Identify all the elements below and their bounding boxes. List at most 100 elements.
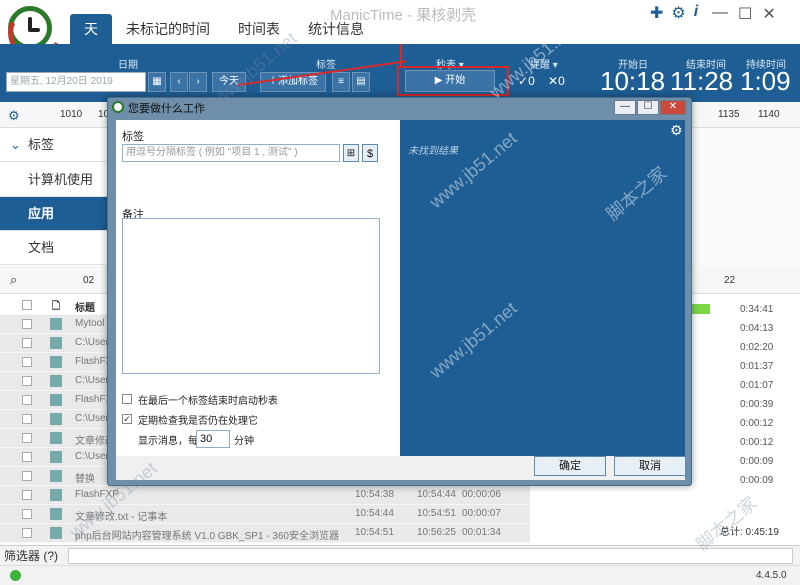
document-icon: 🗋: [52, 301, 61, 312]
app-icon: [50, 527, 62, 539]
select-all-checkbox[interactable]: [22, 300, 32, 310]
reminder-label: 提醒 ▾: [530, 60, 558, 71]
summary-duration: 0:02:20: [740, 342, 774, 353]
reminder-check-count[interactable]: ✓0: [518, 74, 535, 88]
filter-label: 筛选器: [4, 549, 41, 563]
row-checkbox[interactable]: [22, 452, 32, 462]
start-stopwatch-checkbox[interactable]: [122, 394, 132, 404]
row-checkbox[interactable]: [22, 319, 32, 329]
ruler-tick: 1010: [60, 109, 83, 120]
grid-view-icon[interactable]: ▤: [352, 72, 370, 92]
today-button[interactable]: 今天: [212, 72, 246, 92]
window-controls: — ☐ ✕: [712, 4, 776, 24]
row-checkbox[interactable]: [22, 376, 32, 386]
close-icon[interactable]: ✕: [762, 4, 775, 24]
end-time: 11:28: [670, 66, 734, 96]
row-checkbox[interactable]: [22, 528, 32, 538]
cancel-button[interactable]: 取消: [614, 456, 686, 476]
status-bar: 4.4.5.0: [0, 565, 800, 585]
table-row[interactable]: 文章修改.txt - 记事本 10:54:44 10:54:51 00:00:07: [0, 505, 530, 524]
row-checkbox[interactable]: [22, 471, 32, 481]
row-end: 10:56:25: [417, 527, 456, 538]
tab-statistics[interactable]: 统计信息: [294, 14, 378, 44]
sidebar-item-documents[interactable]: 文档: [0, 231, 110, 265]
periodic-check-checkbox[interactable]: ✓: [122, 414, 132, 424]
tab-untagged-time[interactable]: 未标记的时间: [112, 14, 224, 44]
top-icons: ✚ ⚙ i: [650, 3, 698, 23]
status-dot-icon: [10, 570, 21, 581]
row-checkbox[interactable]: [22, 490, 32, 500]
tags-label: 标签: [316, 60, 336, 71]
tag-results-panel: ⚙ 未找到结果: [400, 120, 685, 456]
app-icon: [50, 375, 62, 387]
summary-duration: 0:01:07: [740, 380, 774, 391]
search-icon[interactable]: ⌕: [10, 272, 17, 288]
tags-input[interactable]: 用逗号分隔标签 ( 例如 "项目 1 , 测试" ): [122, 144, 340, 162]
table-row[interactable]: php后台网站内容管理系统 V1.0 GBK_SP1 - 360安全浏览器 10:…: [0, 524, 530, 543]
filter-help[interactable]: (?): [43, 549, 58, 563]
chevron-right-icon[interactable]: ›: [189, 72, 207, 92]
row-checkbox[interactable]: [22, 338, 32, 348]
sidebar-item-tags[interactable]: ⌄ 标签: [0, 128, 110, 162]
table-row[interactable]: FlashFXP 10:54:38 10:54:44 00:00:06: [0, 486, 530, 505]
row-checkbox[interactable]: [22, 433, 32, 443]
dialog-close-icon[interactable]: ✕: [660, 100, 686, 115]
dialog-minimize-icon[interactable]: —: [614, 100, 636, 115]
row-checkbox[interactable]: [22, 414, 32, 424]
row-start: 10:54:44: [355, 508, 394, 519]
summary-duration: 0:01:37: [740, 361, 774, 372]
puzzle-icon[interactable]: ✚: [650, 3, 663, 23]
highlight-box: [397, 66, 509, 96]
dollar-icon[interactable]: $: [362, 144, 378, 162]
dialog-logo-icon: [112, 101, 124, 113]
row-title: FlashFXP: [75, 489, 119, 500]
sidebar-item-computer-usage[interactable]: 计算机使用: [0, 163, 110, 197]
app-icon: [50, 413, 62, 425]
filter-bar: 筛选器 (?): [0, 545, 800, 565]
reminder-text: 提醒: [530, 60, 550, 71]
sidebar-label: 标签: [28, 137, 55, 152]
main-tabs: 天 未标记的时间 时间表 统计信息: [70, 14, 378, 44]
dialog-gear-icon[interactable]: ⚙: [670, 122, 683, 139]
info-icon[interactable]: i: [694, 3, 698, 23]
calendar-icon[interactable]: ▦: [148, 72, 166, 92]
interval-input[interactable]: 30: [196, 430, 230, 448]
ok-button[interactable]: 确定: [534, 456, 606, 476]
date-label: 日期: [118, 60, 138, 71]
summary-duration: 0:00:12: [740, 418, 774, 429]
row-checkbox[interactable]: [22, 509, 32, 519]
settings-gear-icon[interactable]: ⚙: [8, 108, 20, 124]
tab-timeline[interactable]: 时间表: [224, 14, 294, 44]
dialog-maximize-icon[interactable]: ☐: [637, 100, 659, 115]
app-icon: [50, 451, 62, 463]
list-view-icon[interactable]: ≡: [332, 72, 350, 92]
sidebar-item-applications[interactable]: 应用: [0, 197, 110, 231]
tab-day[interactable]: 天: [70, 14, 112, 44]
no-results-text: 未找到结果: [408, 146, 458, 157]
maximize-icon[interactable]: ☐: [738, 4, 752, 24]
app-version: 4.4.5.0: [756, 570, 787, 581]
summary-duration: 0:00:39: [740, 399, 774, 410]
notes-textarea[interactable]: [122, 218, 380, 374]
row-title: php后台网站内容管理系统 V1.0 GBK_SP1 - 360安全浏览器: [75, 531, 339, 542]
tag-picker-icon[interactable]: ⊞: [343, 144, 359, 162]
gear-icon[interactable]: ⚙: [671, 3, 685, 23]
row-duration: 00:00:06: [462, 489, 501, 500]
chevron-left-icon[interactable]: ‹: [170, 72, 188, 92]
reminder-x-count[interactable]: ✕0: [548, 74, 565, 88]
tags-field-label: 标签: [122, 131, 144, 143]
chevron-down-icon: ⌄: [10, 137, 21, 152]
x-count: 0: [558, 74, 565, 88]
duration: 1:09: [740, 66, 791, 96]
show-message-label: 显示消息，每: [138, 436, 198, 447]
row-checkbox[interactable]: [22, 395, 32, 405]
summary-duration: 0:34:41: [740, 304, 774, 315]
start-time: 10:18: [600, 66, 666, 96]
row-checkbox[interactable]: [22, 357, 32, 367]
minimize-icon[interactable]: —: [712, 4, 728, 24]
range-end: 22: [724, 275, 736, 286]
what-are-you-working-on-dialog: 您要做什么工作 — ☐ ✕ 标签 用逗号分隔标签 ( 例如 "项目 1 , 测试…: [107, 97, 692, 486]
date-field[interactable]: 星期五, 12月20日 2019: [6, 72, 146, 92]
filter-input[interactable]: [68, 548, 793, 564]
summary-duration: 0:00:09: [740, 456, 774, 467]
